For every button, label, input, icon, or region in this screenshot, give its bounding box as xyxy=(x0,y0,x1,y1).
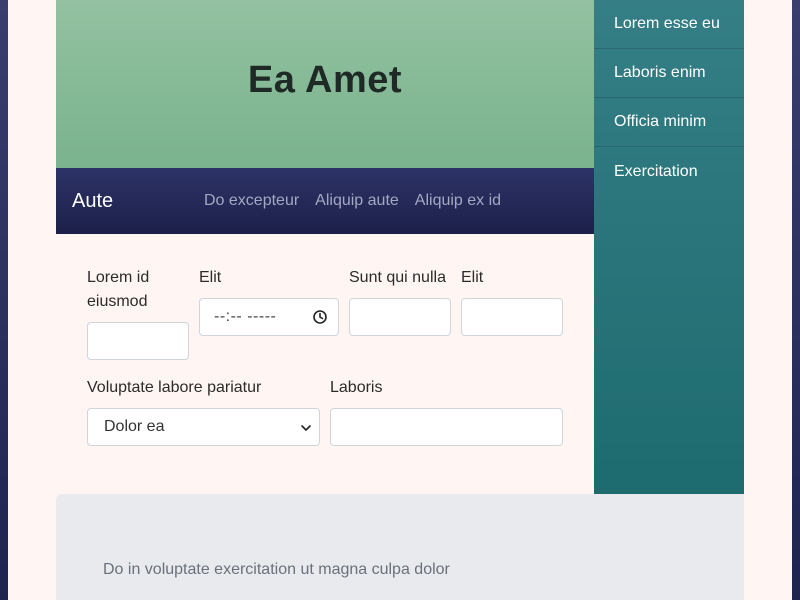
sidebar-item-officia-minim[interactable]: Officia minim xyxy=(594,98,744,147)
time-input[interactable]: --:-- ----- xyxy=(199,298,339,336)
form-area: Lorem id eiusmod Elit --:-- ----- Sunt q… xyxy=(56,234,594,494)
navbar: Aute Do excepteur Aliquip aute Aliquip e… xyxy=(56,168,594,234)
lorem-id-eiusmod-input[interactable] xyxy=(87,322,189,360)
form-field-sunt-qui-nulla: Sunt qui nulla xyxy=(349,266,451,336)
laboris-input[interactable] xyxy=(330,408,563,446)
clock-icon[interactable] xyxy=(312,309,328,325)
sidebar-item-lorem-esse-eu[interactable]: Lorem esse eu xyxy=(594,0,744,49)
form-field-elit: Elit xyxy=(461,266,563,336)
form-field-lorem-id-eiusmod: Lorem id eiusmod xyxy=(87,266,189,360)
form-field-laboris: Laboris xyxy=(330,376,563,446)
field-label: Lorem id eiusmod xyxy=(87,269,150,310)
field-label: Sunt qui nulla xyxy=(349,269,446,286)
time-placeholder: --:-- ----- xyxy=(214,308,277,325)
form-field-voluptate-labore-pariatur: Voluptate labore pariatur Dolor ea xyxy=(87,376,320,446)
sidebar: Lorem esse eu Laboris enim Officia minim… xyxy=(594,0,744,494)
nav-link-do-excepteur[interactable]: Do excepteur xyxy=(204,192,299,210)
select-value: Dolor ea xyxy=(104,418,165,435)
field-label: Elit xyxy=(461,269,484,286)
form-field-elit-time: Elit --:-- ----- xyxy=(199,266,339,336)
nav-link-aliquip-ex-id[interactable]: Aliquip ex id xyxy=(415,192,501,210)
sidebar-item-exercitation[interactable]: Exercitation xyxy=(594,147,744,196)
chevron-down-icon xyxy=(301,425,311,431)
field-label: Elit xyxy=(199,269,222,286)
elit-input[interactable] xyxy=(461,298,563,336)
field-label: Laboris xyxy=(330,379,383,396)
field-label: Voluptate labore pariatur xyxy=(87,379,262,396)
navbar-brand[interactable]: Aute xyxy=(72,190,204,213)
sunt-qui-nulla-input[interactable] xyxy=(349,298,451,336)
sidebar-item-laboris-enim[interactable]: Laboris enim xyxy=(594,49,744,98)
footer-panel: Do in voluptate exercitation ut magna cu… xyxy=(56,494,744,600)
footer-text: Do in voluptate exercitation ut magna cu… xyxy=(103,561,450,578)
nav-link-aliquip-aute[interactable]: Aliquip aute xyxy=(315,192,399,210)
hero-title: Ea Amet xyxy=(247,58,403,101)
hero-banner: Ea Amet xyxy=(56,0,594,168)
voluptate-select[interactable]: Dolor ea xyxy=(87,408,320,446)
